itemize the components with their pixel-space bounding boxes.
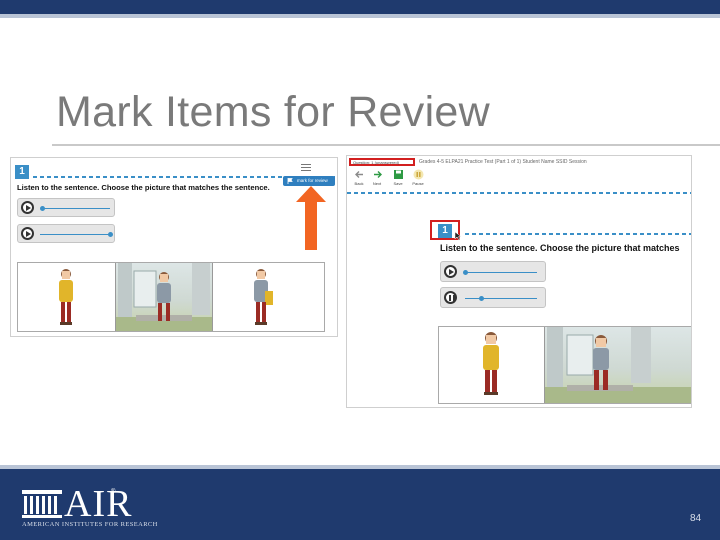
save-icon	[393, 170, 403, 179]
registered-mark: ®	[111, 489, 116, 495]
question-select-value: Question: 1 (unanswered)	[353, 160, 400, 165]
organization-name: AMERICAN INSTITUTES FOR RESEARCH	[22, 521, 158, 528]
mark-for-review-button[interactable]: mark for review	[283, 176, 335, 186]
audio-scrubber[interactable]	[479, 296, 484, 301]
answer-choices	[438, 326, 691, 404]
mouse-cursor-icon	[454, 231, 462, 241]
question-select-dropdown[interactable]: Question: 1 (unanswered)	[349, 158, 415, 166]
play-icon[interactable]	[21, 227, 34, 240]
pause-icon	[413, 169, 423, 180]
question-divider	[465, 233, 691, 235]
pause-label: Pause	[412, 181, 424, 186]
girl-standing-image	[59, 269, 73, 325]
audio-player-2[interactable]	[17, 224, 115, 243]
question-number-badge[interactable]: 1	[438, 224, 452, 238]
back-arrow-icon	[354, 171, 363, 178]
toolbar-divider	[347, 192, 691, 194]
save-label: Save	[393, 181, 403, 186]
audio-track[interactable]	[42, 208, 110, 209]
girl-leaving-building-image	[545, 327, 691, 403]
mark-for-review-label: mark for review	[297, 178, 328, 183]
play-icon[interactable]	[444, 265, 457, 278]
audio-track[interactable]	[40, 234, 112, 235]
audio-player-1[interactable]	[17, 198, 115, 217]
breadcrumb: Grades 4-5 ELPA21 Practice Test (Part 1 …	[419, 159, 587, 165]
question-prompt: Listen to the sentence. Choose the pictu…	[17, 183, 270, 192]
audio-track[interactable]	[465, 272, 537, 273]
pause-button[interactable]: Pause	[408, 169, 428, 186]
right-screenshot: Question: 1 (unanswered) Grades 4-5 ELPA…	[346, 155, 692, 408]
girl-holding-jacket-image	[254, 269, 273, 325]
question-number-badge[interactable]: 1	[15, 165, 29, 179]
air-building-logo-icon	[22, 490, 62, 518]
answer-choice-a[interactable]	[439, 327, 544, 403]
girl-standing-image	[483, 332, 499, 395]
pointer-arrow-icon	[296, 186, 326, 250]
audio-scrubber[interactable]	[108, 232, 113, 237]
answer-choice-b[interactable]	[115, 263, 213, 331]
slide-title: Mark Items for Review	[56, 88, 490, 136]
answer-choice-a[interactable]	[18, 263, 115, 331]
left-screenshot: 1 mark for review Listen to the sentence…	[10, 157, 338, 337]
pause-icon[interactable]	[444, 291, 457, 304]
page-number: 84	[690, 513, 702, 524]
answer-choices	[17, 262, 325, 332]
audio-player-1[interactable]	[440, 261, 546, 282]
top-banner-stripe	[0, 14, 720, 18]
back-label: Back	[354, 181, 364, 186]
save-button[interactable]: Save	[388, 169, 408, 186]
top-banner	[0, 0, 720, 14]
girl-leaving-building-image	[116, 263, 212, 331]
back-button[interactable]: Back	[349, 169, 369, 186]
audio-player-2[interactable]	[440, 287, 546, 308]
air-logo-text: AIR	[64, 483, 133, 525]
flag-icon	[287, 178, 293, 184]
next-arrow-icon	[373, 171, 382, 178]
hamburger-menu-icon[interactable]	[301, 164, 311, 171]
next-button[interactable]: Next	[367, 169, 387, 186]
slide: Mark Items for Review 1 mark for review …	[0, 0, 720, 540]
title-divider	[52, 144, 720, 146]
next-label: Next	[372, 181, 382, 186]
answer-choice-c[interactable]	[213, 263, 326, 331]
question-prompt: Listen to the sentence. Choose the pictu…	[440, 243, 680, 253]
play-icon[interactable]	[21, 201, 34, 214]
answer-choice-b[interactable]	[544, 327, 691, 403]
audio-track[interactable]	[465, 298, 537, 299]
